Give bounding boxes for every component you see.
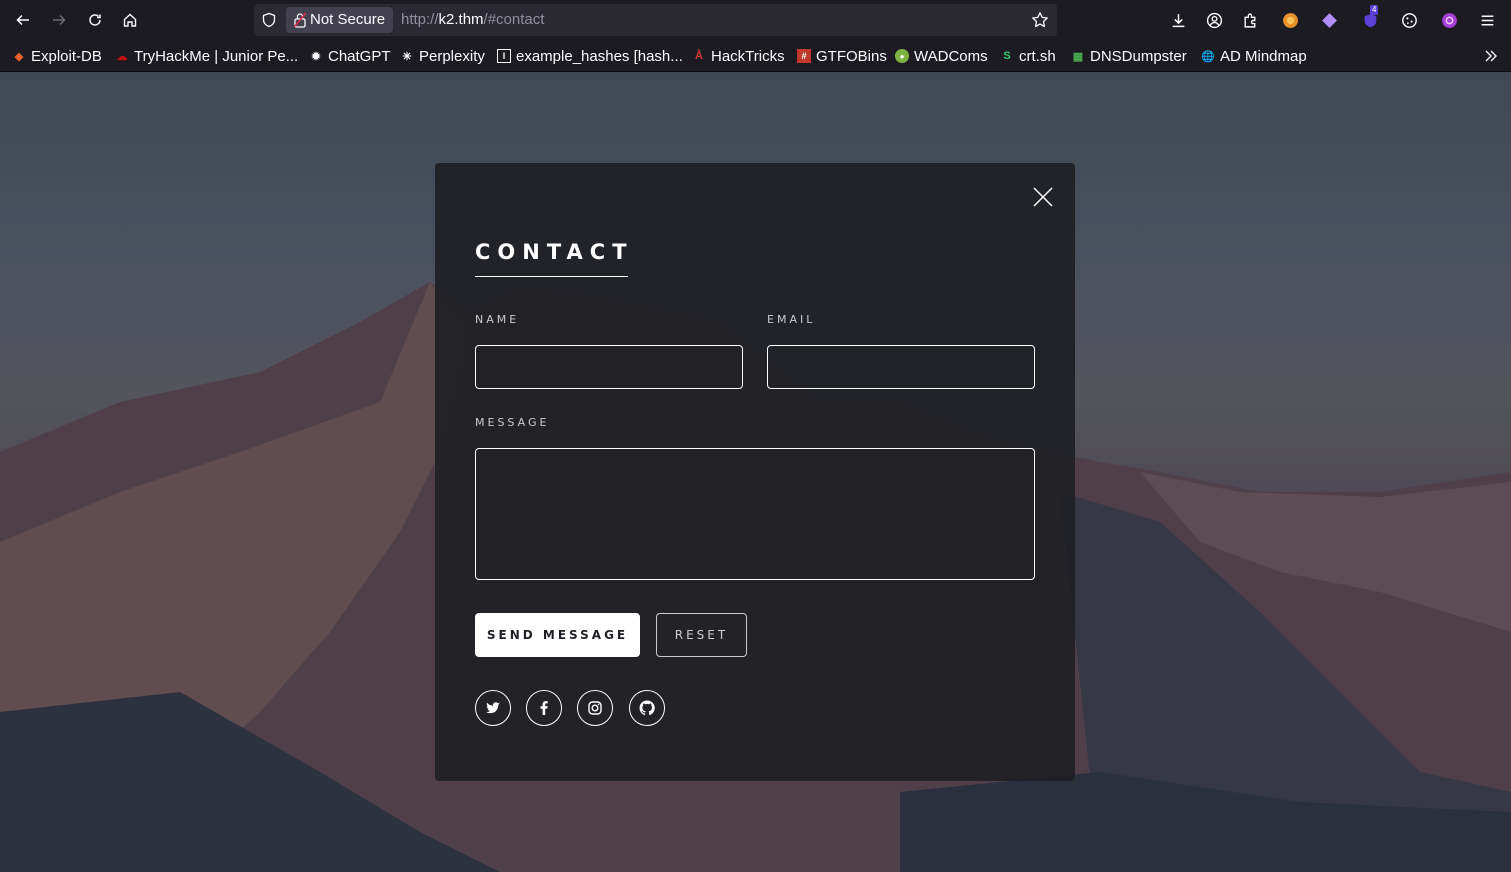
url-text[interactable]: http://k2.thm/#contact [401,4,544,36]
facebook-icon [540,701,548,715]
reload-icon [89,14,101,26]
bookmark-label: GTFOBins [816,47,887,65]
bookmark-hacktricks[interactable]: Å HackTricks [692,40,785,72]
not-secure-badge[interactable]: Not Secure [286,7,394,33]
extension-badge-button[interactable]: 4 [1360,5,1380,30]
insecure-lock-icon [293,12,307,28]
twitter-icon [486,702,500,714]
bookmark-example-hashes[interactable]: Iexample_hashes [hash... [497,40,683,72]
arrow-right-icon [53,14,66,26]
foxyproxy-icon [1282,12,1298,28]
bookmark-label: DNSDumpster [1090,47,1187,65]
account-button[interactable] [1204,10,1224,30]
home-button[interactable] [118,8,142,32]
extension-cookie-button[interactable] [1399,10,1419,30]
bookmark-wadcoms[interactable]: ● WADComs [895,40,988,72]
globe-icon: 🌐 [1201,50,1215,63]
github-link[interactable] [629,690,665,726]
chevron-double-right-icon[interactable] [1483,48,1499,64]
extension-profile-button[interactable] [1439,10,1459,30]
puzzle-icon [1243,13,1255,28]
instagram-icon [588,701,602,715]
instagram-link[interactable] [577,690,613,726]
extension-foxy-button[interactable] [1280,10,1300,30]
close-icon[interactable] [1031,185,1055,209]
profile-circle-icon [1441,12,1457,28]
url-prefix: http:// [401,11,439,28]
account-icon [1206,12,1222,28]
url-path: /#contact [483,11,545,28]
bookmark-label: TryHackMe | Junior Pe... [134,47,299,65]
forward-button[interactable] [47,8,71,32]
tryhackme-icon: ☁ [116,50,128,63]
download-icon [1172,13,1184,27]
name-input[interactable] [475,345,743,389]
name-label: NAME [475,313,520,326]
bookmark-label: example_hashes [hash... [516,47,683,65]
gtfobins-icon: # [797,49,811,63]
bookmark-label: crt.sh [1019,47,1056,65]
message-textarea[interactable] [475,448,1035,580]
extensions-button[interactable] [1240,10,1260,30]
reload-button[interactable] [83,8,107,32]
bookmark-label: Exploit-DB [31,47,102,65]
back-button[interactable] [11,8,35,32]
url-bar[interactable]: Not Secure http://k2.thm/#contact [254,4,1057,36]
extension-badge-count: 4 [1370,5,1379,15]
wadcoms-icon: ● [895,49,909,63]
hashcat-icon: I [497,49,511,63]
email-input[interactable] [767,345,1035,389]
extension-diamond-button[interactable] [1319,10,1339,30]
bookmark-ad-mindmap[interactable]: 🌐 AD Mindmap [1201,40,1307,72]
bookmark-label: ChatGPT [328,47,391,65]
email-label: EMAIL [767,313,816,326]
bookmark-dnsdumpster[interactable]: ▦ DNSDumpster [1071,40,1187,72]
exploitdb-icon: ◆ [14,50,24,63]
github-icon [639,700,655,716]
chatgpt-icon: ✹ [311,50,321,63]
bookmark-exploit-db[interactable]: ◆ Exploit-DB [12,40,102,72]
bookmark-label: AD Mindmap [1220,47,1307,65]
contact-title: CONTACT [475,240,634,264]
hamburger-menu-icon [1481,15,1493,25]
cookie-icon [1401,12,1417,28]
diamond-icon [1321,12,1337,28]
shield-icon[interactable] [261,12,277,28]
twitter-link[interactable] [475,690,511,726]
title-underline [475,276,628,277]
home-icon [123,13,137,27]
perplexity-icon: ✳ [402,50,412,63]
send-message-button[interactable]: SEND MESSAGE [475,613,640,657]
facebook-link[interactable] [526,690,562,726]
downloads-button[interactable] [1168,10,1188,30]
bookmark-crtsh[interactable]: Scrt.sh [1000,40,1056,72]
bookmark-label: HackTricks [711,47,785,65]
reset-button[interactable]: RESET [656,613,747,657]
not-secure-label: Not Secure [310,11,386,28]
bookmark-label: Perplexity [419,47,485,65]
page-viewport: CONTACT NAME EMAIL MESSAGE SEND MESSAGE … [0,72,1511,872]
hacktricks-icon: Å [695,50,703,62]
bookmark-tryhackme[interactable]: ☁ TryHackMe | Junior Pe... [115,40,299,72]
dnsdumpster-icon: ▦ [1072,50,1084,63]
menu-button[interactable] [1477,10,1497,30]
arrow-left-icon [16,14,29,26]
crtsh-icon: S [1003,50,1011,62]
bookmark-star-icon[interactable] [1031,11,1049,29]
browser-toolbar: Not Secure http://k2.thm/#contact 4 [0,0,1511,40]
bookmarks-bar: ◆ Exploit-DB ☁ TryHackMe | Junior Pe... ✹ C… [0,40,1511,72]
bookmark-gtfobins[interactable]: # GTFOBins [797,40,887,72]
bookmark-label: WADComs [914,47,988,65]
url-host: k2.thm [438,11,484,28]
contact-modal: CONTACT NAME EMAIL MESSAGE SEND MESSAGE … [435,163,1075,781]
bookmark-chatgpt[interactable]: ✹ ChatGPT [309,40,391,72]
bookmark-perplexity[interactable]: ✳ Perplexity [400,40,485,72]
message-label: MESSAGE [475,416,550,429]
